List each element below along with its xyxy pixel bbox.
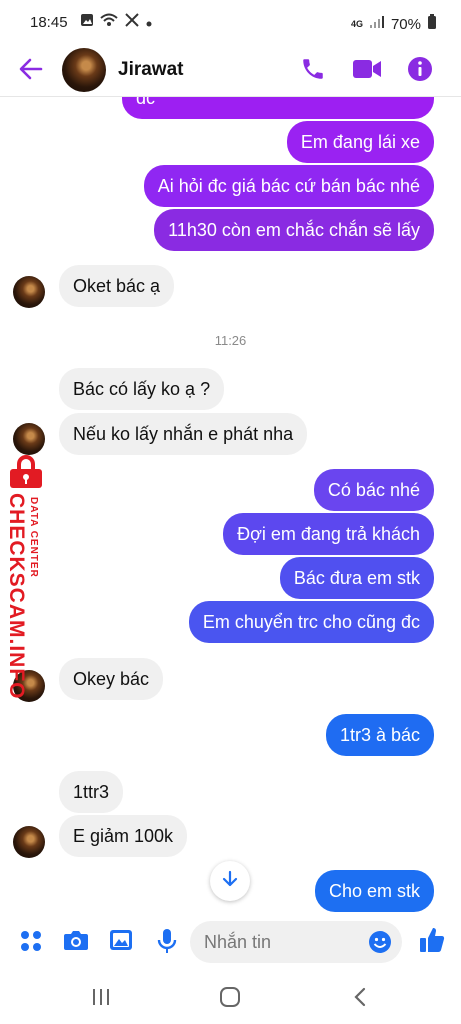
message-outgoing[interactable]: Cho em stk [314, 870, 434, 912]
system-nav-bar [0, 972, 461, 1024]
status-time: 18:45 [30, 14, 68, 31]
no-call-icon [124, 12, 140, 32]
microphone-icon[interactable] [157, 928, 177, 959]
message-incoming[interactable]: 1ttr3 [59, 771, 124, 813]
message-input-placeholder: Nhắn tin [204, 932, 272, 952]
timestamp: 11:26 [214, 333, 247, 348]
message-outgoing[interactable]: Có bác nhé [313, 469, 434, 511]
gallery-icon[interactable] [109, 928, 133, 957]
status-bar: 18:45 4G 70% [0, 0, 461, 44]
battery-icon [427, 14, 437, 34]
contact-avatar-small[interactable] [13, 826, 45, 858]
camera-icon[interactable] [63, 928, 89, 957]
contact-avatar-small[interactable] [13, 276, 45, 308]
contact-avatar-small[interactable] [13, 423, 45, 455]
back-nav-icon[interactable] [350, 986, 372, 1013]
message-outgoing[interactable]: Ai hỏi đc giá bác cứ bán bác nhé [143, 165, 434, 207]
network-label: 4G [350, 19, 363, 29]
arrow-down-icon [221, 870, 239, 893]
composer-bar: Nhắn tin [0, 912, 461, 972]
watermark-text: CHECKSCAM.INFO [5, 493, 28, 700]
message-outgoing[interactable]: Em chuyển trc cho cũng đc [188, 601, 434, 643]
back-arrow-icon[interactable] [18, 56, 44, 87]
message-incoming[interactable]: Bác có lấy ko ạ ? [59, 368, 225, 410]
dot-icon [146, 14, 152, 31]
contact-name[interactable]: Jirawat [118, 59, 183, 81]
phone-call-icon[interactable] [300, 56, 326, 87]
thumbs-up-icon[interactable] [419, 926, 445, 959]
apps-grid-icon[interactable] [20, 930, 42, 957]
message-outgoing[interactable]: đc [122, 97, 434, 119]
status-right: 4G 70% [351, 14, 437, 34]
recent-apps-icon[interactable] [90, 986, 112, 1013]
watermark-subtext: DATA CENTER [28, 497, 39, 578]
lock-icon [6, 455, 46, 494]
message-outgoing[interactable]: Đợi em đang trả khách [223, 513, 434, 555]
battery-label: 70% [390, 15, 421, 33]
home-icon[interactable] [219, 986, 241, 1013]
image-icon [80, 13, 94, 31]
message-incoming[interactable]: Oket bác ạ [59, 265, 175, 307]
emoji-icon[interactable] [368, 930, 392, 959]
wifi-icon [100, 13, 118, 31]
message-incoming[interactable]: E giảm 100k [59, 815, 188, 857]
message-input[interactable]: Nhắn tin [190, 921, 402, 963]
message-incoming[interactable]: Nếu ko lấy nhắn e phát nha [59, 413, 308, 455]
message-outgoing[interactable]: 1tr3 à bác [325, 714, 434, 756]
status-icons [80, 12, 152, 32]
message-incoming[interactable]: Okey bác [59, 658, 164, 700]
video-call-icon[interactable] [352, 58, 382, 85]
watermark: CHECKSCAM.INFO DATA CENTER [2, 453, 46, 700]
message-outgoing[interactable]: Bác đưa em stk [279, 557, 434, 599]
scroll-to-bottom-button[interactable] [210, 861, 250, 901]
chat-header: Jirawat [0, 44, 461, 97]
signal-icon [369, 15, 385, 33]
message-outgoing[interactable]: Em đang lái xe [286, 121, 434, 163]
info-icon[interactable] [407, 56, 433, 87]
contact-avatar[interactable] [62, 48, 106, 92]
message-list[interactable]: đc Em đang lái xe Ai hỏi đc giá bác cứ b… [0, 97, 461, 912]
message-outgoing[interactable]: 11h30 còn em chắc chắn sẽ lấy [154, 209, 434, 251]
